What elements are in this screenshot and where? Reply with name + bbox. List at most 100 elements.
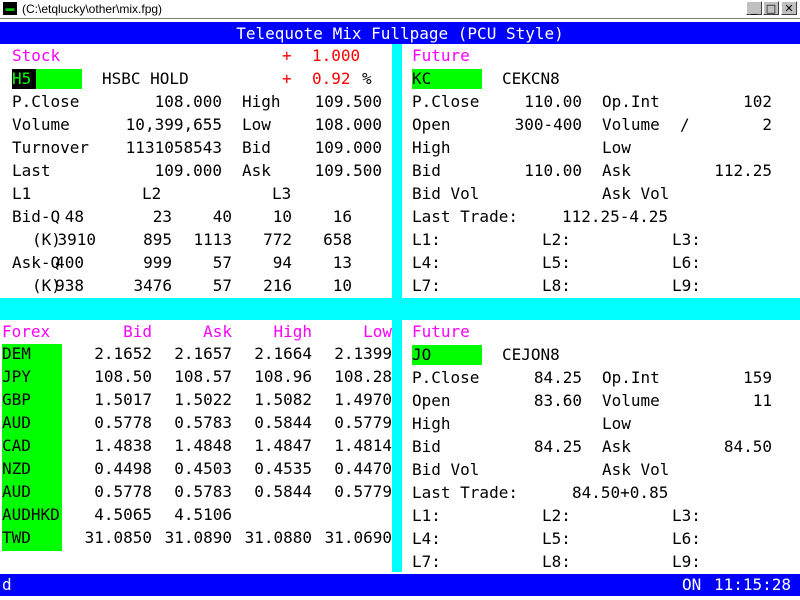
bid-queue-value: 10	[272, 207, 292, 226]
stock-level-header: L2	[142, 184, 162, 203]
forex-ask-value: 2.1657	[174, 344, 232, 363]
stock-label: Bid	[242, 138, 271, 157]
future-label: Low	[602, 414, 631, 433]
stock-value: 109.000	[314, 138, 382, 157]
stock-value: 108.000	[154, 92, 222, 111]
future-value: 112.25	[714, 161, 772, 180]
future-name: CEJON8	[502, 345, 560, 364]
future-level: L2:	[542, 506, 571, 525]
forex-currency: DEM	[2, 344, 31, 363]
status-mode: ON	[682, 575, 702, 594]
ask-k-value: 938	[55, 276, 84, 295]
future-level: L4:	[412, 253, 441, 272]
future-label: Open	[412, 115, 451, 134]
stock-value: 108.000	[314, 115, 382, 134]
ask-queue-value: 57	[212, 253, 232, 272]
forex-currency: TWD	[2, 528, 31, 547]
forex-bid-value: 2.1652	[94, 344, 152, 363]
ask-queue-value: 999	[143, 253, 172, 272]
forex-low-value: 1.4970	[334, 390, 392, 409]
future-label: Bid	[412, 161, 441, 180]
stock-value: 109.000	[154, 161, 222, 180]
forex-low-value: 0.4470	[334, 459, 392, 478]
forex-bid-value: 0.5778	[94, 413, 152, 432]
ask-k-value: 57	[212, 276, 232, 295]
forex-high-value: 108.96	[254, 367, 312, 386]
future-code-input[interactable]: KC	[412, 69, 482, 89]
forex-bid-value: 0.4498	[94, 459, 152, 478]
future-code-input[interactable]: JO	[412, 345, 482, 365]
stock-label: High	[242, 92, 281, 111]
forex-bid-value: 1.5017	[94, 390, 152, 409]
future-level: L5:	[542, 529, 571, 548]
future-level: L5:	[542, 253, 571, 272]
stock-label: Low	[242, 115, 271, 134]
forex-low-value: 2.1399	[334, 344, 392, 363]
minimize-icon[interactable]: _	[746, 1, 762, 15]
forex-bid-value: 4.5065	[94, 505, 152, 524]
bid-k-value: 895	[143, 230, 172, 249]
forex-ask-value: 108.57	[174, 367, 232, 386]
forex-currency: CAD	[2, 436, 31, 455]
stock-label: Last	[12, 161, 51, 180]
future-value: 84.50	[723, 437, 772, 456]
stock-name: HSBC HOLD	[102, 69, 189, 88]
future-label: Op.Int	[602, 368, 660, 387]
window-titlebar: ▬ (C:\etqlucky\other\mix.fpg) _ □ ✕	[0, 0, 800, 19]
command-input[interactable]: d	[2, 575, 12, 595]
stock-change-sign: +	[282, 46, 292, 65]
forex-currency: GBP	[2, 390, 31, 409]
future-value-sep: /	[680, 115, 690, 134]
forex-low-value: 108.28	[334, 367, 392, 386]
forex-bid-value: 1.4838	[94, 436, 152, 455]
close-icon[interactable]: ✕	[781, 1, 797, 15]
future-section-label: Future	[412, 322, 470, 341]
stock-panel: Stock + 1.000 H5 HSBC HOLD + 0.92 % P.Cl…	[0, 44, 392, 298]
future-label: Ask Vol	[602, 460, 670, 479]
stock-code-input[interactable]: H5	[12, 69, 36, 89]
future-level: L2:	[542, 230, 571, 249]
future-label: Op.Int	[602, 92, 660, 111]
future-label: Bid Vol	[412, 460, 480, 479]
future-label: Ask	[602, 437, 631, 456]
future-level: L7:	[412, 552, 441, 571]
stock-label: Ask	[242, 161, 271, 180]
stock-code-field[interactable]	[36, 69, 82, 89]
future-label: Bid Vol	[412, 184, 480, 203]
future-value: 159	[743, 368, 772, 387]
future-label: High	[412, 414, 451, 433]
forex-high-value: 0.4535	[254, 459, 312, 478]
future-label: Open	[412, 391, 451, 410]
future-label: Low	[602, 138, 631, 157]
forex-bid-value: 31.0850	[84, 528, 152, 547]
future-level: L6:	[672, 253, 701, 272]
future-level: L8:	[542, 552, 571, 571]
forex-low-value: 0.5779	[334, 413, 392, 432]
future-level: L3:	[672, 230, 701, 249]
forex-high-value: 31.0880	[244, 528, 312, 547]
bid-k-value: 1113	[193, 230, 232, 249]
maximize-icon[interactable]: □	[763, 1, 779, 15]
forex-currency: AUD	[2, 413, 31, 432]
status-time: 11:15:28	[714, 575, 792, 594]
bid-queue-value: 23	[152, 207, 172, 226]
future-label: P.Close	[412, 368, 480, 387]
stock-section-label: Stock	[12, 46, 61, 65]
forex-header-low: Low	[363, 322, 392, 341]
future-level: L9:	[672, 276, 701, 295]
forex-panel: Forex Bid Ask High Low DEM 2.1652 2.1657 2.…	[0, 320, 392, 572]
forex-ask-value: 0.4503	[174, 459, 232, 478]
stock-value: 1131058543	[125, 138, 222, 157]
forex-high-value: 1.4847	[254, 436, 312, 455]
stock-value: 109.500	[314, 92, 382, 111]
future-section-label: Future	[412, 46, 470, 65]
ask-k-value: 216	[263, 276, 292, 295]
bid-queue-value: 16	[332, 207, 352, 226]
forex-bid-value: 108.50	[94, 367, 152, 386]
future-level: L4:	[412, 529, 441, 548]
future-value: 300-400	[514, 115, 582, 134]
forex-currency: NZD	[2, 459, 31, 478]
forex-high-value: 0.5844	[254, 482, 312, 501]
forex-low-value: 31.0690	[324, 528, 392, 547]
system-menu-icon[interactable]: ▬	[3, 2, 17, 15]
